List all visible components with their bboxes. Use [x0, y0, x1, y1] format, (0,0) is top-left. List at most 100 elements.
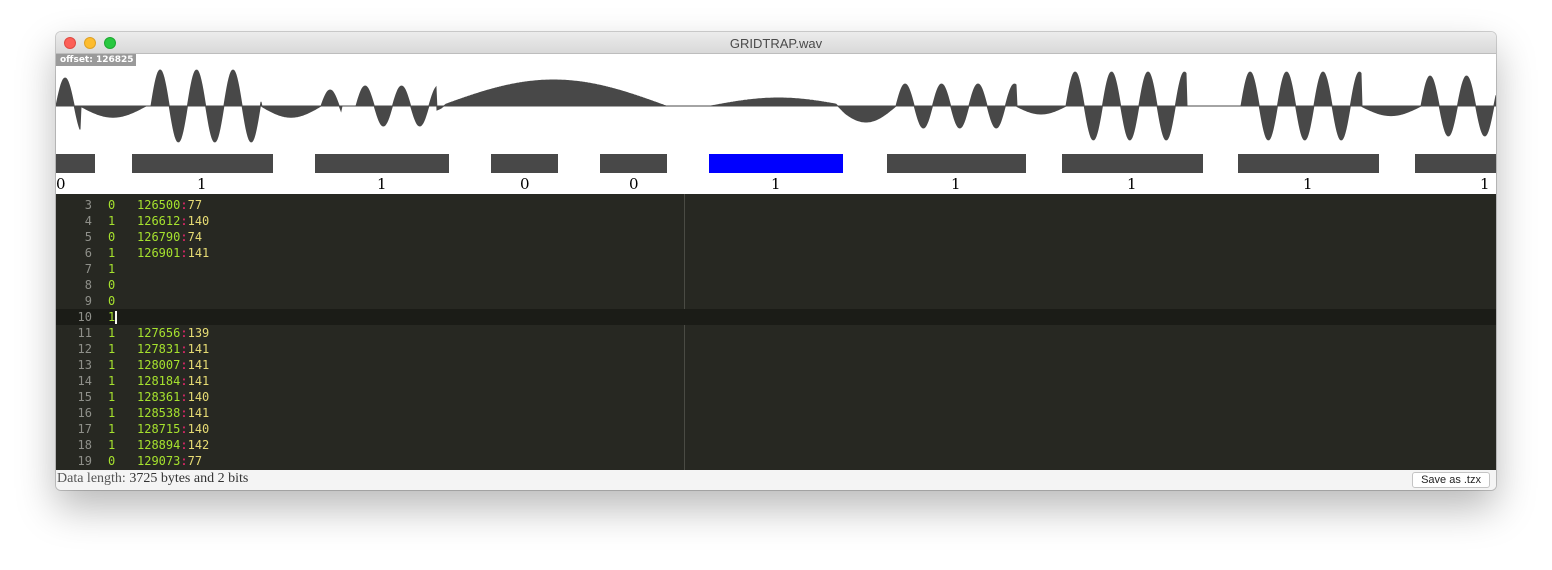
pulse-offset: 128184:141	[137, 373, 209, 389]
duration-value: 140	[187, 214, 210, 228]
pulse-bar[interactable]	[600, 154, 667, 173]
line-number: 13	[77, 358, 92, 372]
bit-label: 1	[377, 175, 387, 193]
line-number: 14	[77, 374, 92, 388]
offset-value: 128184	[137, 374, 181, 388]
editor-line[interactable]: 12 1 127831:141	[56, 341, 1496, 357]
editor-line[interactable]: 13 1 128007:141	[56, 357, 1496, 373]
bit-value: 0	[108, 294, 116, 308]
duration-value: 77	[187, 198, 203, 212]
offset-value: 127656	[137, 326, 181, 340]
separator: :	[180, 358, 188, 372]
pulse-bar[interactable]	[315, 154, 449, 173]
offset-value: 128715	[137, 422, 181, 436]
pulse-offset: 126790:74	[137, 229, 202, 245]
line-number: 9	[84, 294, 92, 308]
editor-line[interactable]: 14 1 128184:141	[56, 373, 1496, 389]
separator: :	[180, 230, 188, 244]
bit-label: 1	[1127, 175, 1137, 193]
line-number: 18	[77, 438, 92, 452]
pulse-bar[interactable]	[1415, 154, 1496, 173]
bit-value: 1	[108, 342, 116, 356]
waveform-view[interactable]: offset: 126825 0 1 1 0 0 1 1 1 1 1	[56, 54, 1496, 194]
pulse-offset: 129073:77	[137, 453, 202, 469]
editor-line[interactable]: 6 1 126901:141	[56, 245, 1496, 261]
offset-label: offset: 126825	[56, 54, 136, 66]
duration-value: 141	[187, 374, 210, 388]
line-number: 6	[84, 246, 92, 260]
pulse-bar[interactable]	[1062, 154, 1203, 173]
editor-line[interactable]: 18 1 128894:142	[56, 437, 1496, 453]
selected-pulse-bar[interactable]	[709, 154, 843, 173]
line-number: 10	[77, 310, 92, 324]
editor-line[interactable]: 9 0	[56, 293, 1496, 309]
pulse-offset: 128007:141	[137, 357, 209, 373]
bit-label: 0	[629, 175, 639, 193]
waveform-graph	[56, 69, 1496, 143]
line-number: 11	[77, 326, 92, 340]
offset-value: 128007	[137, 358, 181, 372]
editor-line[interactable]: 7 1	[56, 261, 1496, 277]
pulse-offset: 128361:140	[137, 389, 209, 405]
separator: :	[180, 246, 188, 260]
separator: :	[180, 342, 188, 356]
editor-line[interactable]: 19 0 129073:77	[56, 453, 1496, 469]
waveform-trace	[56, 69, 1496, 143]
line-number: 3	[84, 198, 92, 212]
title-bar: GRIDTRAP.wav	[56, 32, 1496, 54]
editor-line[interactable]: 17 1 128715:140	[56, 421, 1496, 437]
separator: :	[180, 326, 188, 340]
duration-value: 142	[187, 438, 210, 452]
editor-line[interactable]: 5 0 126790:74	[56, 229, 1496, 245]
bit-value: 1	[108, 326, 116, 340]
bit-value: 1	[108, 262, 116, 276]
window-title: GRIDTRAP.wav	[729, 36, 823, 51]
line-number: 19	[77, 454, 92, 468]
code-editor[interactable]: 3 0 126500:77 4 1 126612:140 5 0 126790:…	[56, 194, 1496, 470]
pulse-offset: 128538:141	[137, 405, 209, 421]
data-length-status: Data length: 3725 bytes and 2 bits	[57, 471, 248, 487]
separator: :	[180, 374, 188, 388]
bit-value: 1	[108, 374, 116, 388]
bit-value: 1	[108, 406, 116, 420]
pulse-bar[interactable]	[1238, 154, 1379, 173]
bit-value: 1	[108, 246, 116, 260]
line-number: 16	[77, 406, 92, 420]
duration-value: 141	[187, 342, 210, 356]
offset-value: 126901	[137, 246, 181, 260]
save-as-tzx-button[interactable]: Save as .tzx	[1412, 472, 1490, 488]
duration-value: 141	[187, 246, 210, 260]
editor-line[interactable]: 11 1 127656:139	[56, 325, 1496, 341]
line-number: 4	[84, 214, 92, 228]
pulse-bar[interactable]	[56, 154, 95, 173]
app-window: GRIDTRAP.wav offset: 126825 0 1 1 0 0 1 …	[56, 32, 1496, 490]
separator: :	[180, 438, 188, 452]
editor-line[interactable]: 15 1 128361:140	[56, 389, 1496, 405]
line-number: 8	[84, 278, 92, 292]
line-number: 7	[84, 262, 92, 276]
pulse-bar[interactable]	[132, 154, 273, 173]
editor-current-line[interactable]: 10 1	[56, 309, 1496, 325]
separator: :	[180, 198, 188, 212]
offset-value: 128894	[137, 438, 181, 452]
bit-value: 0	[108, 230, 116, 244]
editor-line[interactable]: 3 0 126500:77	[56, 197, 1496, 213]
bit-value: 0	[108, 454, 116, 468]
duration-value: 141	[187, 358, 210, 372]
duration-value: 77	[187, 454, 203, 468]
editor-line[interactable]: 8 0	[56, 277, 1496, 293]
pulse-offset: 126901:141	[137, 245, 209, 261]
pulse-bar[interactable]	[887, 154, 1026, 173]
offset-value: 128538	[137, 406, 181, 420]
editor-line[interactable]: 4 1 126612:140	[56, 213, 1496, 229]
pulse-bar[interactable]	[491, 154, 558, 173]
status-bar: Data length: 3725 bytes and 2 bits Save …	[56, 470, 1496, 490]
editor-line[interactable]: 16 1 128538:141	[56, 405, 1496, 421]
pulse-offset: 128894:142	[137, 437, 209, 453]
line-number: 17	[77, 422, 92, 436]
line-number: 12	[77, 342, 92, 356]
offset-value: 127831	[137, 342, 181, 356]
bit-label: 1	[1303, 175, 1313, 193]
offset-value: 126790	[137, 230, 181, 244]
bit-label: 1	[951, 175, 961, 193]
